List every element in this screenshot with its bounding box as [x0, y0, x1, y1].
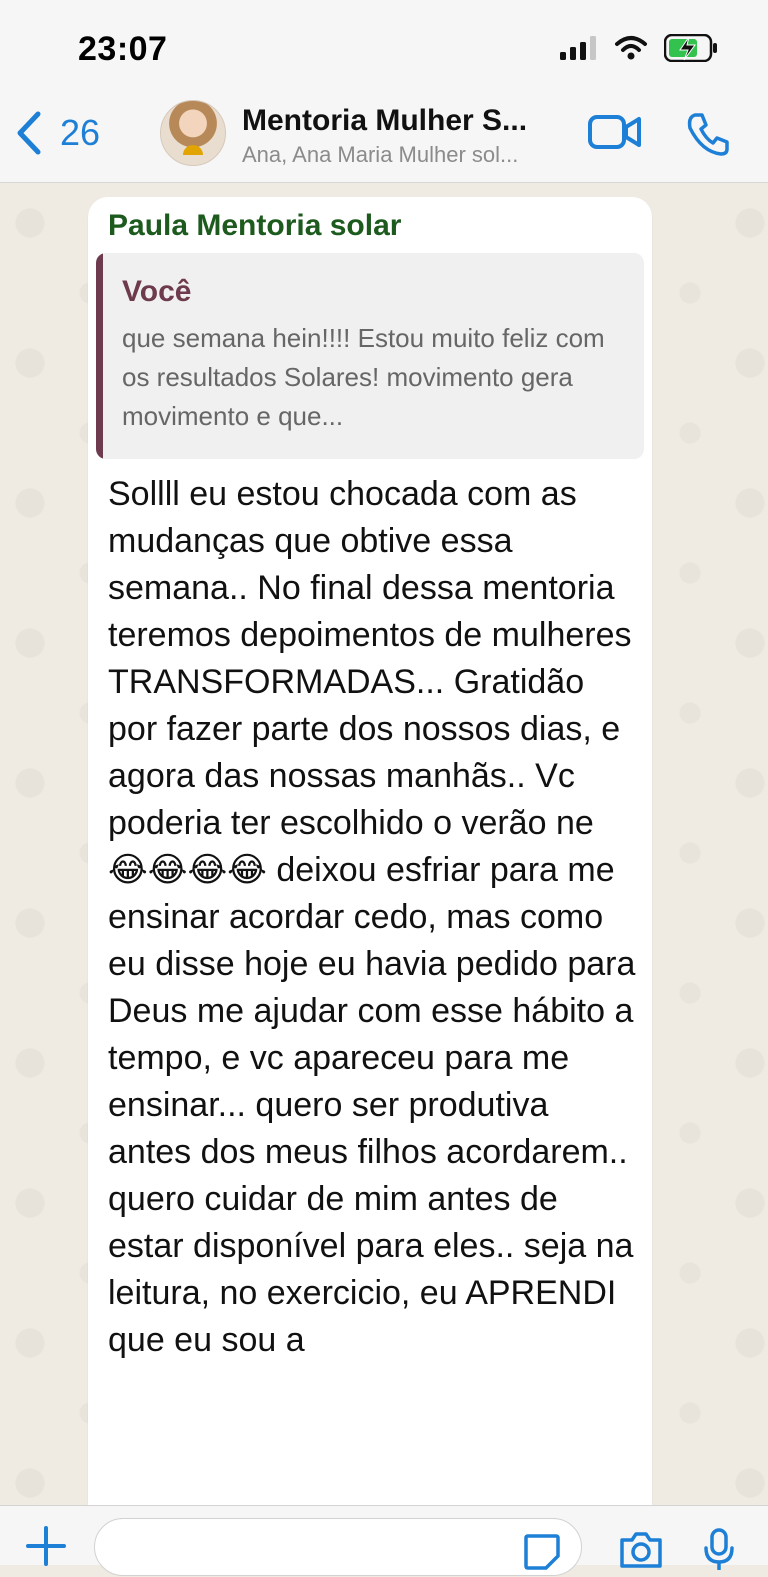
quote-text: que semana hein!!!! Estou muito feliz co… [122, 323, 605, 431]
status-icons [560, 34, 718, 62]
attach-button[interactable] [26, 1526, 66, 1571]
video-call-button[interactable] [588, 114, 642, 155]
wifi-icon [615, 36, 647, 60]
quoted-message[interactable]: Você que semana hein!!!! Estou muito fel… [96, 253, 644, 459]
signal-icon [560, 36, 596, 60]
message-text: Sollll eu estou chocada com as mudanças … [108, 475, 645, 1359]
chat-title[interactable]: Mentoria Mulher S... [242, 104, 572, 138]
video-camera-icon [588, 115, 641, 149]
chevron-left-icon [17, 111, 41, 155]
phone-icon [687, 113, 729, 156]
message-input[interactable] [94, 1518, 582, 1576]
sun-logo-icon [183, 145, 203, 155]
microphone-button[interactable] [702, 1528, 736, 1575]
message-bubble[interactable]: Paula Mentoria solar Você que semana hei… [88, 197, 652, 1505]
chat-subtitle[interactable]: Ana, Ana Maria Mulher sol... [242, 142, 572, 168]
battery-icon [664, 34, 717, 62]
message-sender[interactable]: Paula Mentoria solar [108, 209, 401, 243]
unread-count: 26 [60, 112, 101, 153]
chat-area[interactable]: Paula Mentoria solar Você que semana hei… [0, 183, 768, 1505]
sticker-icon [524, 1534, 560, 1570]
quote-bar [96, 253, 103, 459]
group-avatar[interactable] [160, 100, 226, 166]
camera-icon [620, 1532, 662, 1568]
status-time: 23:07 [78, 30, 168, 68]
back-button[interactable]: 26 [14, 110, 100, 156]
status-bar: 23:07 [0, 0, 768, 96]
voice-call-button[interactable] [686, 112, 730, 161]
quote-author: Você [122, 275, 192, 308]
sticker-button[interactable] [522, 1532, 562, 1577]
input-bar [0, 1505, 768, 1576]
camera-button[interactable] [618, 1528, 664, 1573]
plus-icon [26, 1526, 66, 1566]
chat-header: 26 Mentoria Mulher S... Ana, Ana Maria M… [0, 96, 768, 183]
